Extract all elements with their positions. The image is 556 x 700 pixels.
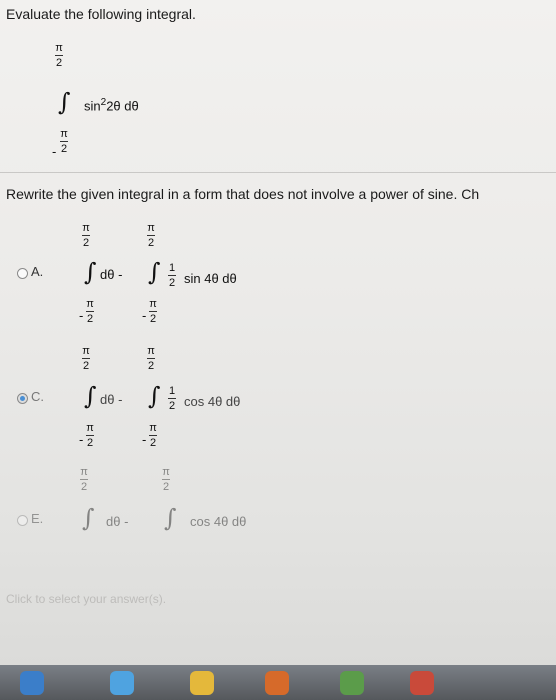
question-heading: Evaluate the following integral. (6, 6, 196, 22)
option-a-upper-limit-2: π2 (147, 222, 155, 249)
section-divider (0, 172, 556, 173)
option-a-term2: sin 4θ dθ (184, 271, 237, 286)
option-e-term2: cos 4θ dθ (190, 514, 247, 529)
option-c-upper-limit-2: π2 (147, 345, 155, 372)
option-a-upper-limit-1: π2 (82, 222, 90, 249)
option-a-lower-limit-2: π2 (149, 298, 157, 325)
upper-limit: π 2 (55, 42, 63, 69)
app-icon[interactable] (340, 671, 364, 695)
start-icon[interactable] (20, 671, 44, 695)
option-a-integral-1: ∫ (84, 258, 97, 286)
select-answer-hint: Click to select your answer(s). (6, 592, 167, 606)
radio-option-e[interactable] (17, 515, 28, 526)
lower-limit-minus: - (52, 144, 57, 159)
chrome-icon[interactable] (410, 671, 434, 695)
media-icon[interactable] (265, 671, 289, 695)
option-c-lower-minus-1: - (79, 432, 84, 447)
option-a-lower-limit-1: π2 (86, 298, 94, 325)
option-a-coefficient: 12 (168, 262, 176, 289)
lower-limit: π 2 (60, 128, 68, 155)
option-a-label: A. (31, 264, 44, 279)
folder-icon[interactable] (190, 671, 214, 695)
browser-icon[interactable] (110, 671, 134, 695)
option-a-lower-minus-1: - (79, 308, 84, 323)
option-c-lower-minus-2: - (142, 432, 147, 447)
option-c-integral-2: ∫ (148, 382, 161, 410)
option-c-lower-limit-2: π2 (149, 422, 157, 449)
prompt-text: Rewrite the given integral in a form tha… (6, 186, 480, 202)
integrand: sin22θ dθ (84, 97, 139, 114)
option-c-integral-1: ∫ (84, 382, 97, 410)
option-a-integral-2: ∫ (148, 258, 161, 286)
option-c-coefficient: 12 (168, 385, 176, 412)
option-c-lower-limit-1: π2 (86, 422, 94, 449)
option-a-term1: dθ - (100, 267, 123, 282)
integral-sign: ∫ (58, 88, 71, 116)
radio-option-a[interactable] (17, 268, 28, 279)
option-c-label: C. (31, 389, 44, 404)
option-c-term1: dθ - (100, 392, 123, 407)
option-e-integral-2: ∫ (164, 504, 177, 532)
option-e-term1: dθ - (106, 514, 129, 529)
option-e-integral-1: ∫ (82, 504, 95, 532)
option-c-upper-limit-1: π2 (82, 345, 90, 372)
option-e-upper-limit-1: π2 (80, 466, 88, 493)
option-e-upper-limit-2: π2 (162, 466, 170, 493)
option-c-term2: cos 4θ dθ (184, 394, 241, 409)
option-a-lower-minus-2: - (142, 308, 147, 323)
option-e-label: E. (31, 511, 44, 526)
radio-option-c[interactable] (17, 393, 28, 404)
